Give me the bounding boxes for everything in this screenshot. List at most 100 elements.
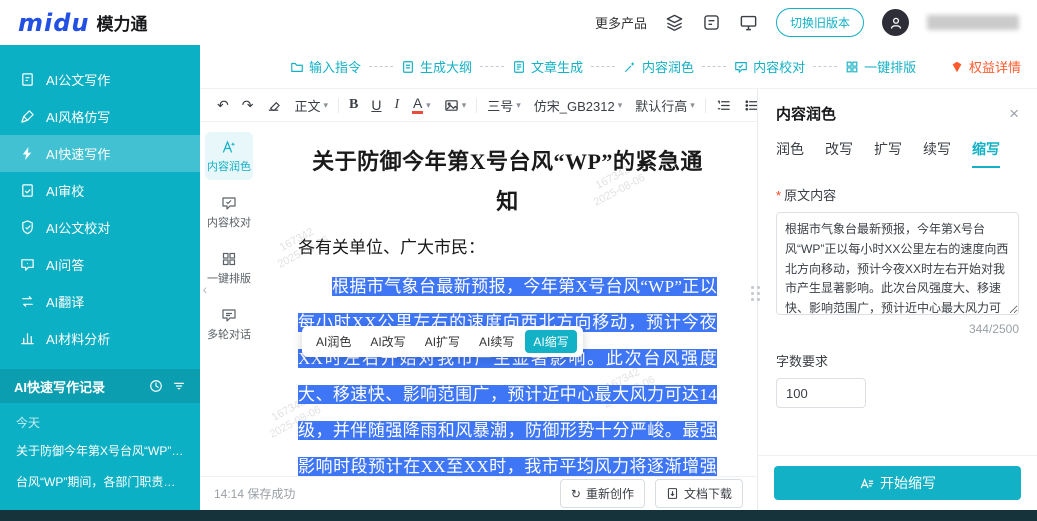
step-connector	[702, 66, 727, 67]
recreate-button[interactable]: ↻ 重新创作	[559, 479, 645, 508]
tab-expand[interactable]: 扩写	[874, 139, 902, 168]
tab-rewrite[interactable]: 改写	[825, 139, 853, 168]
panel-header: 内容润色 ×	[776, 103, 1019, 124]
paragraph-style-select[interactable]: 正文 ▾	[291, 94, 331, 117]
italic-button[interactable]: I	[391, 96, 402, 114]
workspace-monitor-icon[interactable]	[739, 13, 758, 32]
ai-continue-button[interactable]: AI续写	[471, 330, 522, 353]
redo-button[interactable]: ↷	[239, 96, 257, 114]
document-pen-icon	[22, 73, 33, 86]
step-polish-content[interactable]: 内容润色	[623, 57, 694, 76]
gem-icon	[952, 61, 962, 72]
history-clock-icon[interactable]	[149, 379, 163, 393]
selected-text[interactable]: 根据市气象台最新预报，今年第X号台风“WP”正以每小时XX公里左右的速度向西北方…	[298, 277, 717, 476]
switch-old-version-button[interactable]: 切换旧版本	[775, 8, 864, 37]
close-icon[interactable]: ×	[1009, 105, 1019, 122]
question-bubble-icon	[21, 259, 34, 271]
font-color-letter: A	[412, 95, 423, 111]
step-label: 生成大纲	[420, 60, 473, 75]
sidebar-item-label: AI问答	[46, 258, 85, 273]
history-group-label: 今天	[16, 416, 41, 430]
document-paragraph: 根据市气象台最新预报，今年第X号台风“WP”正以每小时XX公里左右的速度向西北方…	[298, 269, 717, 476]
sidebar-item-quick-writing[interactable]: AI快速写作	[0, 135, 200, 172]
save-status: 14:14 保存成功	[214, 487, 296, 501]
font-size-select[interactable]: 三号 ▾	[484, 94, 524, 117]
more-products-link[interactable]: 更多产品	[595, 13, 647, 32]
step-proofread-content[interactable]: 内容校对	[734, 57, 805, 76]
step-generate-outline[interactable]: 生成大纲	[401, 57, 472, 76]
font-family-select[interactable]: 仿宋_GB2312 ▾	[531, 94, 625, 117]
download-document-button[interactable]: 文档下载	[654, 479, 743, 508]
rights-detail-link[interactable]: 权益详情	[950, 57, 1021, 76]
tool-multi-round-chat[interactable]: 多轮对话	[205, 300, 253, 348]
history-item[interactable]: 关于防御今年第X号台风“WP”的紧...	[0, 435, 200, 466]
font-color-button[interactable]: A ▾	[409, 94, 434, 116]
proofread-bubble-icon	[735, 61, 747, 73]
ai-actions-popup: AI润色 AI改写 AI扩写 AI续写 AI缩写	[302, 326, 583, 357]
toolbar-divider	[704, 97, 706, 113]
status-bar-buttons: ↻ 重新创作 文档下载	[559, 479, 743, 508]
logo-product-name: 模力通	[96, 15, 148, 34]
ai-expand-button[interactable]: AI扩写	[417, 330, 468, 353]
source-content-textarea[interactable]: 根据市气象台最新预报，今年第X号台风“WP”正以每小时XX公里左右的速度向西北方…	[776, 212, 1019, 315]
ordered-list-button[interactable]	[713, 96, 734, 115]
tool-polish-content[interactable]: 内容润色	[205, 132, 253, 180]
history-collapse-icon[interactable]	[172, 379, 186, 393]
step-connector	[591, 66, 616, 67]
outline-doc-icon	[403, 60, 413, 73]
sidebar-item-material-analysis[interactable]: AI材料分析	[0, 320, 200, 357]
products-stack-icon[interactable]	[665, 13, 684, 32]
step-input-command[interactable]: 输入指令	[290, 57, 361, 76]
tab-continue[interactable]: 续写	[923, 139, 951, 168]
start-shrink-button[interactable]: 开始缩写	[774, 466, 1021, 500]
sidebar-item-review[interactable]: AI审校	[0, 172, 200, 209]
undo-button[interactable]: ↶	[214, 96, 232, 114]
panel-resize-handle[interactable]	[748, 283, 763, 304]
chevron-down-icon: ▾	[516, 99, 521, 110]
ai-polish-button[interactable]: AI润色	[308, 330, 359, 353]
avatar[interactable]	[882, 9, 909, 36]
sidebar-item-proofread[interactable]: AI公文校对	[0, 209, 200, 246]
recreate-label: 重新创作	[585, 487, 634, 501]
sidebar-item-label: AI材料分析	[46, 332, 111, 347]
app-root: midu 模力通 更多产品 切换旧版本 AI公文写作 AI风格仿写 AI快速写作	[0, 0, 1037, 521]
tab-polish[interactable]: 润色	[776, 139, 804, 168]
step-one-click-layout[interactable]: 一键排版	[845, 57, 916, 76]
feedback-note-icon[interactable]	[702, 13, 721, 32]
sidebar-item-translate[interactable]: AI翻译	[0, 283, 200, 320]
brush-icon	[21, 110, 34, 123]
document-editor[interactable]: 167342 2025-08-06 167342 2025-08-06 167342…	[258, 122, 757, 476]
ai-rewrite-button[interactable]: AI改写	[362, 330, 413, 353]
sidebar-item-style-imitation[interactable]: AI风格仿写	[0, 98, 200, 135]
proofread-bubble-icon	[222, 197, 236, 210]
step-generate-article[interactable]: 文章生成	[512, 57, 583, 76]
word-count-input[interactable]	[776, 378, 866, 408]
sidebar-item-label: AI风格仿写	[46, 110, 111, 125]
history-item[interactable]: 台风“WP”期间，各部门职责分工明...	[0, 466, 200, 497]
chat-bubble-icon	[222, 309, 236, 322]
tool-proofread-content[interactable]: 内容校对	[205, 188, 253, 236]
tool-label: 内容校对	[207, 217, 251, 229]
shield-check-icon	[22, 220, 33, 235]
clear-format-button[interactable]	[263, 96, 284, 115]
step-connector	[480, 66, 505, 67]
sidebar-item-gongwen-writing[interactable]: AI公文写作	[0, 61, 200, 98]
tool-one-click-layout[interactable]: 一键排版	[205, 244, 253, 292]
editor-canvas: ‹ 内容润色 内容校对 一键排版 多轮对话 167342 2025-08-06 …	[200, 122, 757, 476]
underline-button[interactable]: U	[368, 96, 384, 114]
start-shrink-label: 开始缩写	[880, 475, 936, 491]
polish-wand-icon	[625, 61, 635, 72]
tab-shrink[interactable]: 缩写	[972, 139, 1000, 168]
sidebar-collapse-handle[interactable]: ‹	[198, 274, 212, 304]
content-row: ↶ ↷ 正文 ▾ B U I A ▾ ▾ 三号 ▾ 仿宋_GB2312 ▾ 默认…	[200, 89, 1037, 510]
insert-image-button[interactable]: ▾	[441, 96, 470, 115]
bold-button[interactable]: B	[346, 96, 361, 114]
step-label: 一键排版	[864, 60, 917, 75]
status-bar: 14:14 保存成功 ↻ 重新创作 文档下载	[200, 476, 757, 510]
chevron-down-icon: ▾	[461, 99, 467, 110]
ai-shrink-button[interactable]: AI缩写	[525, 330, 577, 353]
sidebar-item-qa[interactable]: AI问答	[0, 246, 200, 283]
line-height-select[interactable]: 默认行高 ▾	[632, 94, 698, 117]
required-mark: *	[776, 188, 782, 203]
step-label: 文章生成	[531, 60, 584, 75]
